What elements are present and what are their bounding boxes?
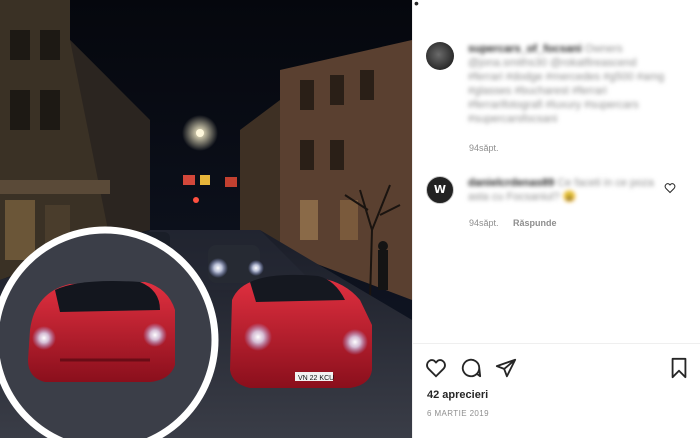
share-icon[interactable] xyxy=(495,357,517,379)
comment-time: 94săpt. xyxy=(469,143,499,153)
comment-text: Owners @jona.smiths30 @rokatfireascend #… xyxy=(468,43,665,125)
street-scene: VN 22 KCU xyxy=(0,0,412,438)
svg-text:VN 22 KCU: VN 22 KCU xyxy=(298,375,334,382)
comment-time: 94săpt. xyxy=(469,218,499,228)
post-image[interactable]: VN 22 KCU xyxy=(0,0,412,438)
likes-count[interactable]: 42 aprecieri xyxy=(427,389,488,401)
divider xyxy=(413,343,700,344)
reply-button[interactable]: Răspunde xyxy=(513,218,557,228)
post-date: 6 MARTIE 2019 xyxy=(427,409,489,418)
heart-small-icon[interactable] xyxy=(664,182,676,194)
more-options-icon[interactable]: • xyxy=(414,0,419,10)
bookmark-icon[interactable] xyxy=(668,357,690,379)
comment-username[interactable]: danielcrdenas89 xyxy=(468,177,554,189)
avatar[interactable]: W xyxy=(426,176,454,204)
wwe-logo-icon: W xyxy=(433,183,447,196)
avatar[interactable] xyxy=(426,42,454,70)
comment-username[interactable]: supercars_of_focsani xyxy=(468,43,582,55)
comment: danielcrdenas89 Ce faceti in ce poza ast… xyxy=(468,176,658,204)
comment-icon[interactable] xyxy=(460,357,482,379)
heart-icon[interactable] xyxy=(425,357,447,379)
caption-comment: supercars_of_focsani Owners @jona.smiths… xyxy=(468,42,668,126)
